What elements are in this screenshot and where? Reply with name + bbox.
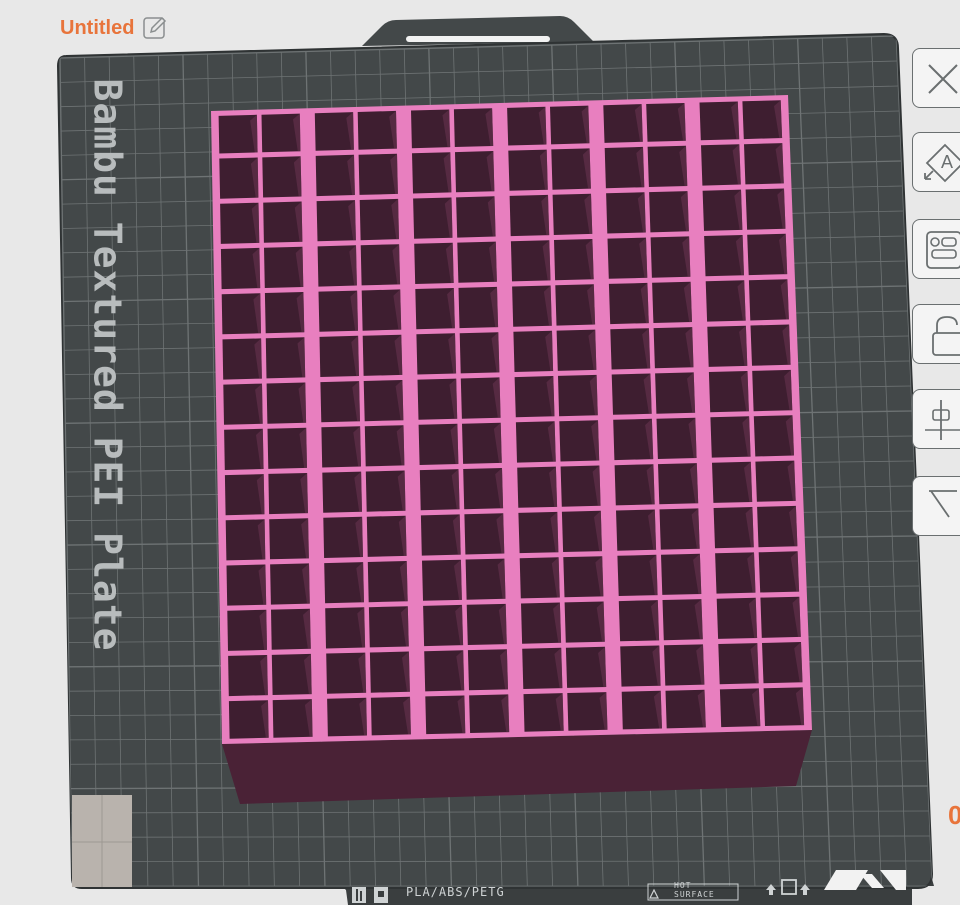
lock-icon (932, 316, 960, 356)
project-title-bar: Untitled (60, 14, 168, 42)
cut-button[interactable] (912, 476, 960, 536)
hot-surface-label-line1: HOT (674, 881, 692, 890)
split-button[interactable] (912, 389, 960, 449)
project-title[interactable]: Untitled (60, 17, 134, 40)
right-toolbar: A (912, 44, 960, 554)
filament-types-label: PLA/ABS/PETG (406, 885, 505, 899)
rename-edit-icon[interactable] (142, 15, 168, 41)
plate-handle-slot (406, 36, 550, 42)
plate-type-text: Bambu Textured PEI Plate (86, 78, 131, 652)
close-icon (928, 64, 958, 94)
model-object[interactable] (211, 95, 812, 804)
hot-surface-label-line2: SURFACE (674, 890, 715, 899)
lock-button[interactable] (912, 304, 960, 364)
close-button[interactable] (912, 48, 960, 108)
plate-footer: PLA/ABS/PETG HOT SURFACE (336, 880, 910, 905)
plate-type-label: Bambu Textured PEI Plate (84, 78, 132, 651)
arrange-icon (926, 231, 960, 269)
auto-orient-button[interactable]: A (912, 132, 960, 192)
split-icon (925, 400, 960, 440)
plate-origin-tile (72, 795, 132, 887)
svg-text:A: A (941, 152, 953, 172)
plate-viewport[interactable] (0, 0, 960, 905)
auto-orient-icon: A (924, 143, 960, 183)
cut-icon (929, 490, 957, 518)
arrange-button[interactable] (912, 219, 960, 279)
edge-indicator: 0 (948, 800, 960, 830)
